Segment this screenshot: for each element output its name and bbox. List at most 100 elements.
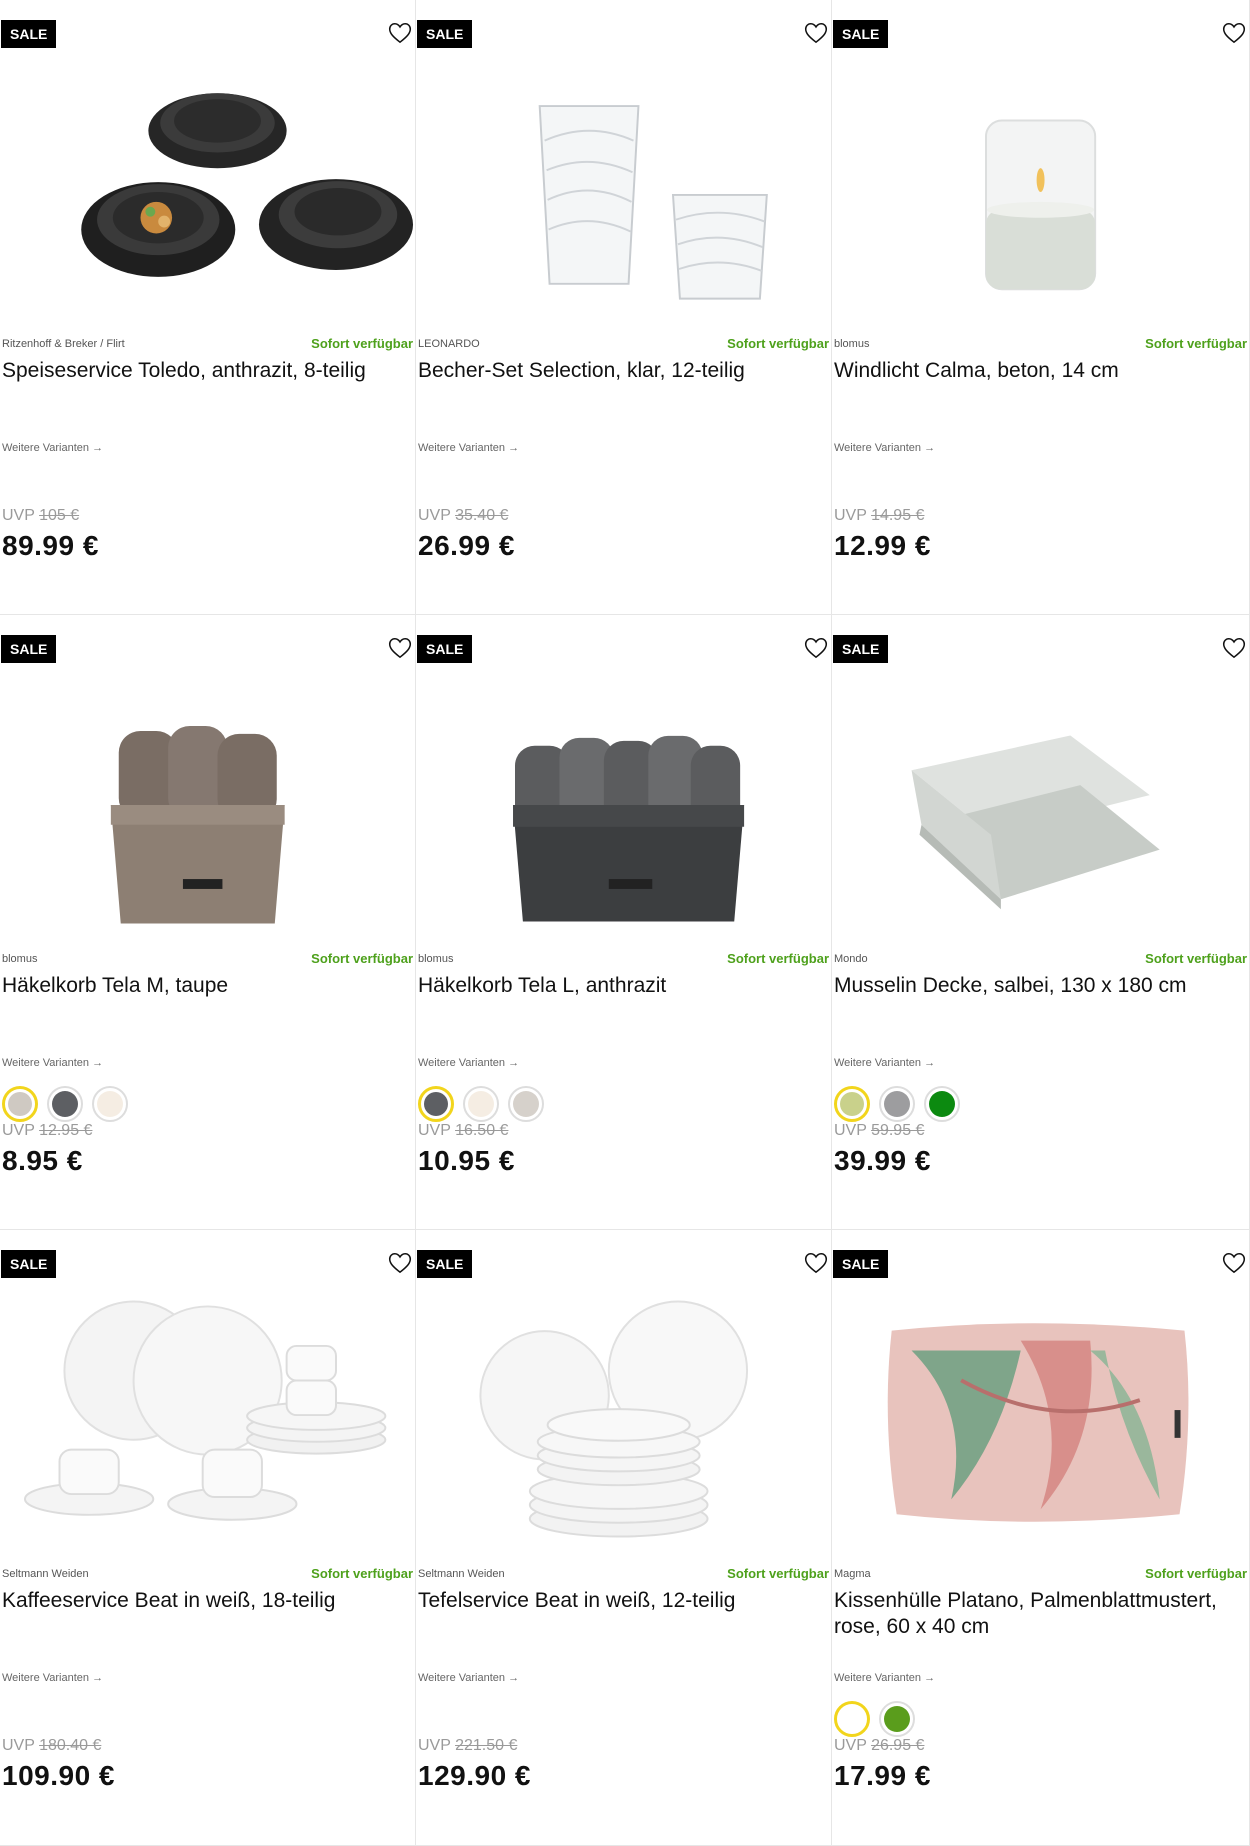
brand-label: Seltmann Weiden <box>418 1568 505 1580</box>
glasses-image[interactable] <box>436 60 831 320</box>
color-swatches <box>2 1086 128 1122</box>
more-variants-link[interactable]: Weitere Varianten → <box>418 1057 519 1069</box>
heart-icon[interactable] <box>1221 635 1247 661</box>
color-swatch[interactable] <box>879 1086 915 1122</box>
color-swatch[interactable] <box>47 1086 83 1122</box>
taupe-basket-image[interactable] <box>20 675 415 935</box>
anthracite-basket-image[interactable] <box>436 675 831 935</box>
color-swatch[interactable] <box>834 1701 870 1737</box>
color-swatch[interactable] <box>834 1086 870 1122</box>
sale-badge: SALE <box>1 635 57 663</box>
sale-badge: SALE <box>417 635 473 663</box>
heart-icon[interactable] <box>1221 1250 1247 1276</box>
dark-plates-image[interactable] <box>20 60 415 320</box>
swatch-color <box>840 1707 864 1731</box>
sale-badge: SALE <box>417 1250 473 1278</box>
product-card[interactable]: SALE Seltmann Weiden Sofort verfügbar Ka… <box>0 1230 416 1846</box>
swatch-color <box>52 1091 78 1117</box>
color-swatch[interactable] <box>879 1701 915 1737</box>
color-swatch[interactable] <box>418 1086 454 1122</box>
color-swatch[interactable] <box>924 1086 960 1122</box>
color-swatch[interactable] <box>92 1086 128 1122</box>
uvp-label: UVP <box>2 1737 35 1754</box>
availability-status: Sofort verfügbar <box>1145 336 1247 351</box>
product-name[interactable]: Tefelservice Beat in weiß, 12-teilig <box>418 1588 811 1614</box>
more-variants-link[interactable]: Weitere Varianten → <box>834 1672 935 1684</box>
more-variants-link[interactable]: Weitere Varianten → <box>2 442 103 454</box>
uvp-label: UVP <box>2 507 35 524</box>
swatch-color <box>840 1092 864 1116</box>
swatch-color <box>513 1091 539 1117</box>
product-card[interactable]: SALE Magma Sofort verfügbar Kissenhülle … <box>832 1230 1250 1846</box>
old-price: 105 € <box>39 507 80 524</box>
more-variants-link[interactable]: Weitere Varianten → <box>418 1672 519 1684</box>
product-name[interactable]: Becher-Set Selection, klar, 12-teilig <box>418 358 811 384</box>
color-swatches <box>418 1086 544 1122</box>
swatch-color <box>424 1092 448 1116</box>
blanket-image[interactable] <box>852 675 1249 935</box>
heart-icon[interactable] <box>803 20 829 46</box>
product-name[interactable]: Kaffeeservice Beat in weiß, 18-teilig <box>2 1588 395 1614</box>
uvp-price: UVP 16.50 € <box>418 1122 508 1140</box>
product-card[interactable]: SALE blomus Sofort verfügbar Häkelkorb T… <box>0 615 416 1230</box>
sale-price: 8.95 € <box>2 1145 83 1176</box>
coffee-set-image[interactable] <box>20 1290 415 1550</box>
more-variants-link[interactable]: Weitere Varianten → <box>418 442 519 454</box>
heart-icon[interactable] <box>803 635 829 661</box>
heart-icon[interactable] <box>387 1250 413 1276</box>
sale-price: 129.90 € <box>418 1760 531 1791</box>
product-card[interactable]: SALE blomus Sofort verfügbar Windlicht C… <box>832 0 1250 615</box>
availability-status: Sofort verfügbar <box>1145 951 1247 966</box>
product-card[interactable]: SALE LEONARDO Sofort verfügbar Becher-Se… <box>416 0 832 615</box>
uvp-label: UVP <box>418 1122 451 1139</box>
product-card[interactable]: SALE Seltmann Weiden Sofort verfügbar Te… <box>416 1230 832 1846</box>
color-swatches <box>834 1701 915 1737</box>
brand-label: blomus <box>834 338 870 350</box>
cushion-image[interactable] <box>852 1290 1249 1550</box>
sale-badge: SALE <box>833 635 889 663</box>
heart-icon[interactable] <box>803 1250 829 1276</box>
heart-icon[interactable] <box>1221 20 1247 46</box>
more-variants-link[interactable]: Weitere Varianten → <box>2 1672 103 1684</box>
dinner-set-image[interactable] <box>436 1290 831 1550</box>
color-swatch[interactable] <box>508 1086 544 1122</box>
sale-price: 89.99 € <box>2 530 99 561</box>
product-name[interactable]: Speiseservice Toledo, anthrazit, 8-teili… <box>2 358 395 384</box>
more-variants-link[interactable]: Weitere Varianten → <box>834 1057 935 1069</box>
uvp-price: UVP 180.40 € <box>2 1737 101 1755</box>
color-swatches <box>834 1086 960 1122</box>
old-price: 180.40 € <box>39 1737 102 1754</box>
uvp-price: UVP 105 € <box>2 507 79 525</box>
sale-price: 17.99 € <box>834 1760 931 1791</box>
swatch-color <box>929 1091 955 1117</box>
product-name[interactable]: Windlicht Calma, beton, 14 cm <box>834 358 1229 384</box>
swatch-color <box>884 1706 910 1732</box>
product-card[interactable]: SALE Ritzenhoff & Breker / Flirt Sofort … <box>0 0 416 615</box>
product-name[interactable]: Häkelkorb Tela M, taupe <box>2 973 395 999</box>
uvp-label: UVP <box>418 1737 451 1754</box>
sale-price: 26.99 € <box>418 530 515 561</box>
uvp-price: UVP 35.40 € <box>418 507 508 525</box>
sale-price: 10.95 € <box>418 1145 515 1176</box>
uvp-price: UVP 59.95 € <box>834 1122 924 1140</box>
product-card[interactable]: SALE blomus Sofort verfügbar Häkelkorb T… <box>416 615 832 1230</box>
color-swatch[interactable] <box>2 1086 38 1122</box>
heart-icon[interactable] <box>387 20 413 46</box>
product-card[interactable]: SALE Mondo Sofort verfügbar Musselin Dec… <box>832 615 1250 1230</box>
brand-label: LEONARDO <box>418 338 480 350</box>
product-grid: SALE Ritzenhoff & Breker / Flirt Sofort … <box>0 0 1250 1846</box>
uvp-label: UVP <box>834 1122 867 1139</box>
product-name[interactable]: Musselin Decke, salbei, 130 x 180 cm <box>834 973 1229 999</box>
color-swatch[interactable] <box>463 1086 499 1122</box>
uvp-label: UVP <box>418 507 451 524</box>
more-variants-link[interactable]: Weitere Varianten → <box>2 1057 103 1069</box>
brand-label: blomus <box>2 953 38 965</box>
product-name[interactable]: Häkelkorb Tela L, anthrazit <box>418 973 811 999</box>
product-name[interactable]: Kissenhülle Platano, Palmenblattmustert,… <box>834 1588 1229 1640</box>
candle-holder-image[interactable] <box>852 60 1249 320</box>
swatch-color <box>97 1091 123 1117</box>
heart-icon[interactable] <box>387 635 413 661</box>
swatch-color <box>884 1091 910 1117</box>
more-variants-link[interactable]: Weitere Varianten → <box>834 442 935 454</box>
uvp-price: UVP 12.95 € <box>2 1122 92 1140</box>
